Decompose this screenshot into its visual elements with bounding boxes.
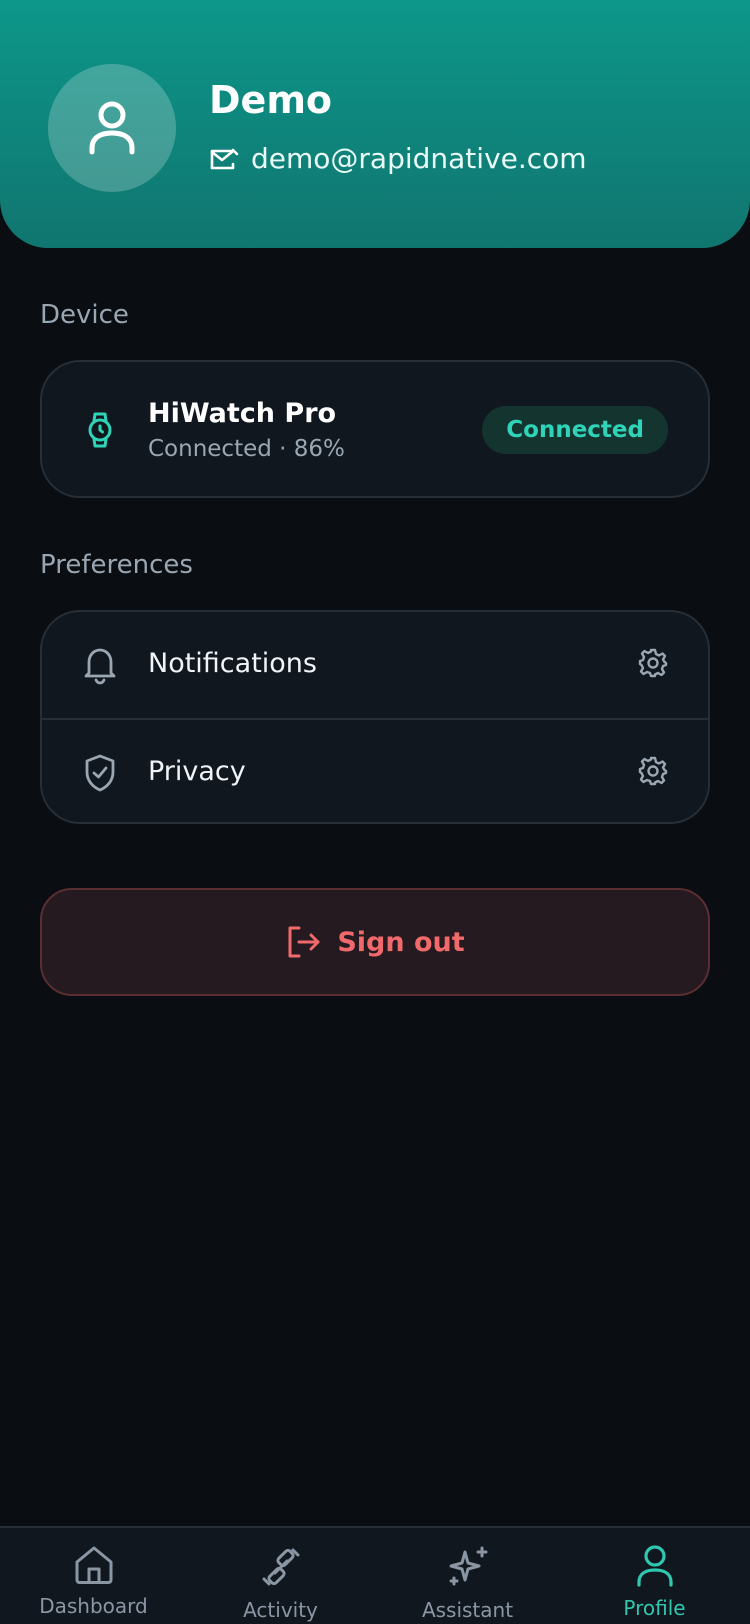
shield-check-icon [85,754,115,792]
logout-icon [288,926,320,958]
preference-privacy[interactable]: Privacy [42,718,708,822]
tab-assistant[interactable]: Assistant [374,1544,561,1624]
preferences-section-label: Preferences [40,550,193,580]
device-section-label: Device [40,300,129,330]
avatar[interactable] [48,64,176,192]
preference-label: Notifications [148,648,317,679]
device-status: Connected · 86% [148,436,345,462]
sign-out-button[interactable]: Sign out [40,888,710,996]
tab-label: Dashboard [39,1594,148,1618]
home-icon [75,1546,112,1584]
gear-icon[interactable] [638,648,668,678]
profile-header: Demo demo@rapidnative.com [0,0,750,248]
preference-notifications[interactable]: Notifications [42,612,708,718]
preferences-card: Notifications Privacy [40,610,710,824]
tab-label: Profile [623,1596,686,1620]
bottom-tab-bar: Dashboard Activity Assistant Profile [0,1526,750,1624]
tab-label: Assistant [421,1598,514,1622]
bell-icon [84,648,116,685]
user-icon [89,101,135,155]
mail-icon [210,148,239,169]
tab-profile[interactable]: Profile [561,1544,748,1624]
device-name: HiWatch Pro [148,398,337,429]
preference-label: Privacy [148,756,246,787]
user-name: Demo [209,78,333,122]
sparkles-icon [449,1546,487,1586]
user-icon [636,1545,673,1587]
tab-activity[interactable]: Activity [187,1544,374,1624]
gear-icon[interactable] [638,756,668,786]
device-card[interactable]: HiWatch Pro Connected · 86% Connected [40,360,710,498]
dumbbell-icon [262,1548,299,1586]
sign-out-label: Sign out [337,926,465,958]
watch-icon [88,412,112,448]
user-email: demo@rapidnative.com [251,142,587,175]
tab-dashboard[interactable]: Dashboard [0,1544,187,1624]
connection-status-badge: Connected [482,406,668,454]
tab-label: Activity [243,1598,318,1622]
email-row: demo@rapidnative.com [209,142,587,175]
